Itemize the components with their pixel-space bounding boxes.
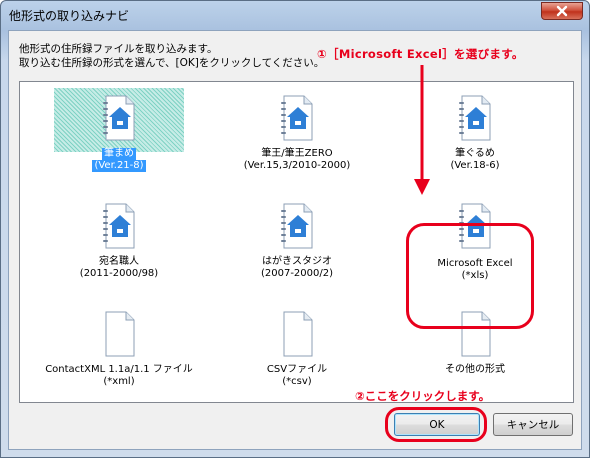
dialog-body: 他形式の住所録ファイルを取り込みます。 取り込む住所録の形式を選んで、[OK]を…: [8, 30, 582, 450]
format-version: (*xml): [103, 376, 135, 387]
address-book-icon: [277, 94, 317, 142]
format-name: ContactXML 1.1a/1.1 ファイル: [45, 364, 193, 375]
title-bar: 他形式の取り込みナビ: [1, 1, 589, 29]
address-book-icon: [277, 202, 317, 250]
format-version: (Ver.18-6): [450, 160, 500, 171]
instruction-text: 他形式の住所録ファイルを取り込みます。 取り込む住所録の形式を選んで、[OK]を…: [19, 42, 324, 70]
highlight-ring-ok: [385, 407, 487, 442]
format-version: (*csv): [282, 376, 312, 387]
window-title: 他形式の取り込みナビ: [9, 9, 130, 23]
format-version: (Ver.21-8): [92, 160, 146, 172]
format-name: はがきスタジオ: [262, 256, 332, 267]
instruction-line-2: 取り込む住所録の形式を選んで、[OK]をクリックしてください。: [19, 57, 325, 69]
format-list: 筆まめ (Ver.21-8) 筆王/筆王ZERO (Ver.15,3/2010-…: [19, 81, 574, 403]
blank-file-icon: [99, 310, 139, 358]
dialog-window: 他形式の取り込みナビ 他形式の住所録ファイルを取り込みます。 取り込む住所録の形…: [0, 0, 590, 458]
annotation-step-2: ②ここをクリックします。: [355, 389, 491, 403]
format-name: 筆王/筆王ZERO: [261, 148, 333, 159]
format-version: (2011-2000/98): [79, 268, 159, 279]
blank-file-icon: [277, 310, 317, 358]
close-icon: [556, 5, 568, 17]
format-name: CSVファイル: [266, 364, 328, 375]
instruction-line-1: 他形式の住所録ファイルを取り込みます。: [19, 43, 218, 55]
format-name: 筆まめ: [102, 148, 136, 160]
address-book-icon: [455, 94, 495, 142]
format-name: 宛名職人: [99, 256, 139, 267]
close-button[interactable]: [541, 2, 583, 20]
address-book-icon: [99, 94, 139, 142]
annotation-step-1: ①［Microsoft Excel］を選びます。: [317, 47, 524, 61]
format-version: (Ver.15,3/2010-2000): [243, 160, 351, 171]
address-book-icon: [99, 202, 139, 250]
format-version: (2007-2000/2): [260, 268, 334, 279]
highlight-ring-excel: [406, 223, 534, 329]
format-name: その他の形式: [445, 364, 505, 375]
format-name: 筆ぐるめ: [455, 148, 495, 159]
cancel-button[interactable]: キャンセル: [493, 413, 573, 436]
